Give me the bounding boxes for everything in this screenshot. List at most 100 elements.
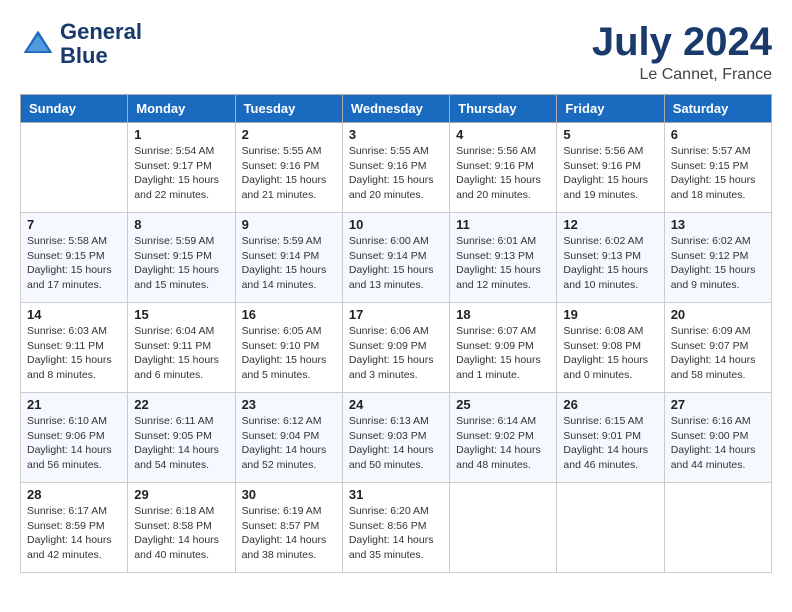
day-info: Sunrise: 5:59 AM Sunset: 9:15 PM Dayligh…	[134, 234, 228, 293]
day-info: Sunrise: 6:06 AM Sunset: 9:09 PM Dayligh…	[349, 324, 443, 383]
day-cell: 29 Sunrise: 6:18 AM Sunset: 8:58 PM Dayl…	[128, 483, 235, 573]
sunrise: Sunrise: 5:54 AM	[134, 145, 214, 157]
daylight: Daylight: 14 hours and 35 minutes.	[349, 534, 434, 561]
day-cell: 25 Sunrise: 6:14 AM Sunset: 9:02 PM Dayl…	[450, 393, 557, 483]
sunset: Sunset: 9:16 PM	[563, 160, 641, 172]
day-info: Sunrise: 5:59 AM Sunset: 9:14 PM Dayligh…	[242, 234, 336, 293]
sunrise: Sunrise: 6:07 AM	[456, 325, 536, 337]
day-number: 10	[349, 217, 443, 232]
day-info: Sunrise: 6:10 AM Sunset: 9:06 PM Dayligh…	[27, 414, 121, 473]
day-number: 25	[456, 397, 550, 412]
day-cell: 28 Sunrise: 6:17 AM Sunset: 8:59 PM Dayl…	[21, 483, 128, 573]
day-info: Sunrise: 6:16 AM Sunset: 9:00 PM Dayligh…	[671, 414, 765, 473]
sunrise: Sunrise: 6:14 AM	[456, 415, 536, 427]
title-block: July 2024 Le Cannet, France	[592, 20, 772, 84]
sunset: Sunset: 9:08 PM	[563, 340, 641, 352]
day-cell: 21 Sunrise: 6:10 AM Sunset: 9:06 PM Dayl…	[21, 393, 128, 483]
logo-icon	[20, 26, 56, 62]
day-cell: 10 Sunrise: 6:00 AM Sunset: 9:14 PM Dayl…	[342, 213, 449, 303]
sunset: Sunset: 9:14 PM	[349, 250, 427, 262]
daylight: Daylight: 15 hours and 12 minutes.	[456, 264, 541, 291]
day-cell: 5 Sunrise: 5:56 AM Sunset: 9:16 PM Dayli…	[557, 123, 664, 213]
day-number: 8	[134, 217, 228, 232]
week-row-1: 1 Sunrise: 5:54 AM Sunset: 9:17 PM Dayli…	[21, 123, 772, 213]
day-number: 4	[456, 127, 550, 142]
day-number: 5	[563, 127, 657, 142]
day-info: Sunrise: 5:56 AM Sunset: 9:16 PM Dayligh…	[456, 144, 550, 203]
day-number: 7	[27, 217, 121, 232]
day-info: Sunrise: 6:02 AM Sunset: 9:13 PM Dayligh…	[563, 234, 657, 293]
sunset: Sunset: 9:06 PM	[27, 430, 105, 442]
day-number: 9	[242, 217, 336, 232]
sunset: Sunset: 9:00 PM	[671, 430, 749, 442]
day-cell: 20 Sunrise: 6:09 AM Sunset: 9:07 PM Dayl…	[664, 303, 771, 393]
day-number: 1	[134, 127, 228, 142]
header-friday: Friday	[557, 95, 664, 123]
day-cell: 16 Sunrise: 6:05 AM Sunset: 9:10 PM Dayl…	[235, 303, 342, 393]
day-number: 11	[456, 217, 550, 232]
day-info: Sunrise: 6:01 AM Sunset: 9:13 PM Dayligh…	[456, 234, 550, 293]
day-number: 19	[563, 307, 657, 322]
sunset: Sunset: 9:02 PM	[456, 430, 534, 442]
day-info: Sunrise: 6:13 AM Sunset: 9:03 PM Dayligh…	[349, 414, 443, 473]
day-cell: 19 Sunrise: 6:08 AM Sunset: 9:08 PM Dayl…	[557, 303, 664, 393]
sunrise: Sunrise: 6:05 AM	[242, 325, 322, 337]
daylight: Daylight: 14 hours and 56 minutes.	[27, 444, 112, 471]
day-info: Sunrise: 6:05 AM Sunset: 9:10 PM Dayligh…	[242, 324, 336, 383]
sunset: Sunset: 9:04 PM	[242, 430, 320, 442]
header-monday: Monday	[128, 95, 235, 123]
day-info: Sunrise: 5:55 AM Sunset: 9:16 PM Dayligh…	[242, 144, 336, 203]
sunset: Sunset: 9:03 PM	[349, 430, 427, 442]
sunrise: Sunrise: 6:09 AM	[671, 325, 751, 337]
sunset: Sunset: 9:01 PM	[563, 430, 641, 442]
sunrise: Sunrise: 6:01 AM	[456, 235, 536, 247]
day-info: Sunrise: 6:08 AM Sunset: 9:08 PM Dayligh…	[563, 324, 657, 383]
day-info: Sunrise: 5:55 AM Sunset: 9:16 PM Dayligh…	[349, 144, 443, 203]
day-info: Sunrise: 5:58 AM Sunset: 9:15 PM Dayligh…	[27, 234, 121, 293]
sunset: Sunset: 9:16 PM	[456, 160, 534, 172]
day-info: Sunrise: 6:04 AM Sunset: 9:11 PM Dayligh…	[134, 324, 228, 383]
sunrise: Sunrise: 6:08 AM	[563, 325, 643, 337]
day-info: Sunrise: 5:57 AM Sunset: 9:15 PM Dayligh…	[671, 144, 765, 203]
day-info: Sunrise: 6:14 AM Sunset: 9:02 PM Dayligh…	[456, 414, 550, 473]
day-cell: 6 Sunrise: 5:57 AM Sunset: 9:15 PM Dayli…	[664, 123, 771, 213]
sunset: Sunset: 9:16 PM	[349, 160, 427, 172]
sunrise: Sunrise: 5:59 AM	[242, 235, 322, 247]
day-cell: 4 Sunrise: 5:56 AM Sunset: 9:16 PM Dayli…	[450, 123, 557, 213]
sunset: Sunset: 9:12 PM	[671, 250, 749, 262]
sunrise: Sunrise: 6:00 AM	[349, 235, 429, 247]
day-info: Sunrise: 6:15 AM Sunset: 9:01 PM Dayligh…	[563, 414, 657, 473]
logo-text: General Blue	[60, 20, 142, 68]
month-title: July 2024	[592, 20, 772, 64]
sunrise: Sunrise: 5:57 AM	[671, 145, 751, 157]
day-cell: 11 Sunrise: 6:01 AM Sunset: 9:13 PM Dayl…	[450, 213, 557, 303]
sunrise: Sunrise: 5:56 AM	[563, 145, 643, 157]
daylight: Daylight: 15 hours and 9 minutes.	[671, 264, 756, 291]
day-number: 13	[671, 217, 765, 232]
day-number: 20	[671, 307, 765, 322]
day-number: 2	[242, 127, 336, 142]
sunset: Sunset: 9:11 PM	[27, 340, 104, 352]
week-row-2: 7 Sunrise: 5:58 AM Sunset: 9:15 PM Dayli…	[21, 213, 772, 303]
day-number: 6	[671, 127, 765, 142]
day-number: 28	[27, 487, 121, 502]
sunset: Sunset: 9:15 PM	[27, 250, 105, 262]
sunrise: Sunrise: 6:20 AM	[349, 505, 429, 517]
sunset: Sunset: 9:09 PM	[456, 340, 534, 352]
day-cell	[450, 483, 557, 573]
day-info: Sunrise: 6:12 AM Sunset: 9:04 PM Dayligh…	[242, 414, 336, 473]
sunset: Sunset: 8:59 PM	[27, 520, 105, 532]
day-number: 29	[134, 487, 228, 502]
sunset: Sunset: 9:07 PM	[671, 340, 749, 352]
sunrise: Sunrise: 6:13 AM	[349, 415, 429, 427]
daylight: Daylight: 14 hours and 50 minutes.	[349, 444, 434, 471]
sunrise: Sunrise: 6:17 AM	[27, 505, 107, 517]
daylight: Daylight: 14 hours and 46 minutes.	[563, 444, 648, 471]
day-cell: 23 Sunrise: 6:12 AM Sunset: 9:04 PM Dayl…	[235, 393, 342, 483]
daylight: Daylight: 15 hours and 14 minutes.	[242, 264, 327, 291]
header-tuesday: Tuesday	[235, 95, 342, 123]
day-info: Sunrise: 6:00 AM Sunset: 9:14 PM Dayligh…	[349, 234, 443, 293]
day-number: 18	[456, 307, 550, 322]
daylight: Daylight: 15 hours and 19 minutes.	[563, 174, 648, 201]
day-cell: 24 Sunrise: 6:13 AM Sunset: 9:03 PM Dayl…	[342, 393, 449, 483]
